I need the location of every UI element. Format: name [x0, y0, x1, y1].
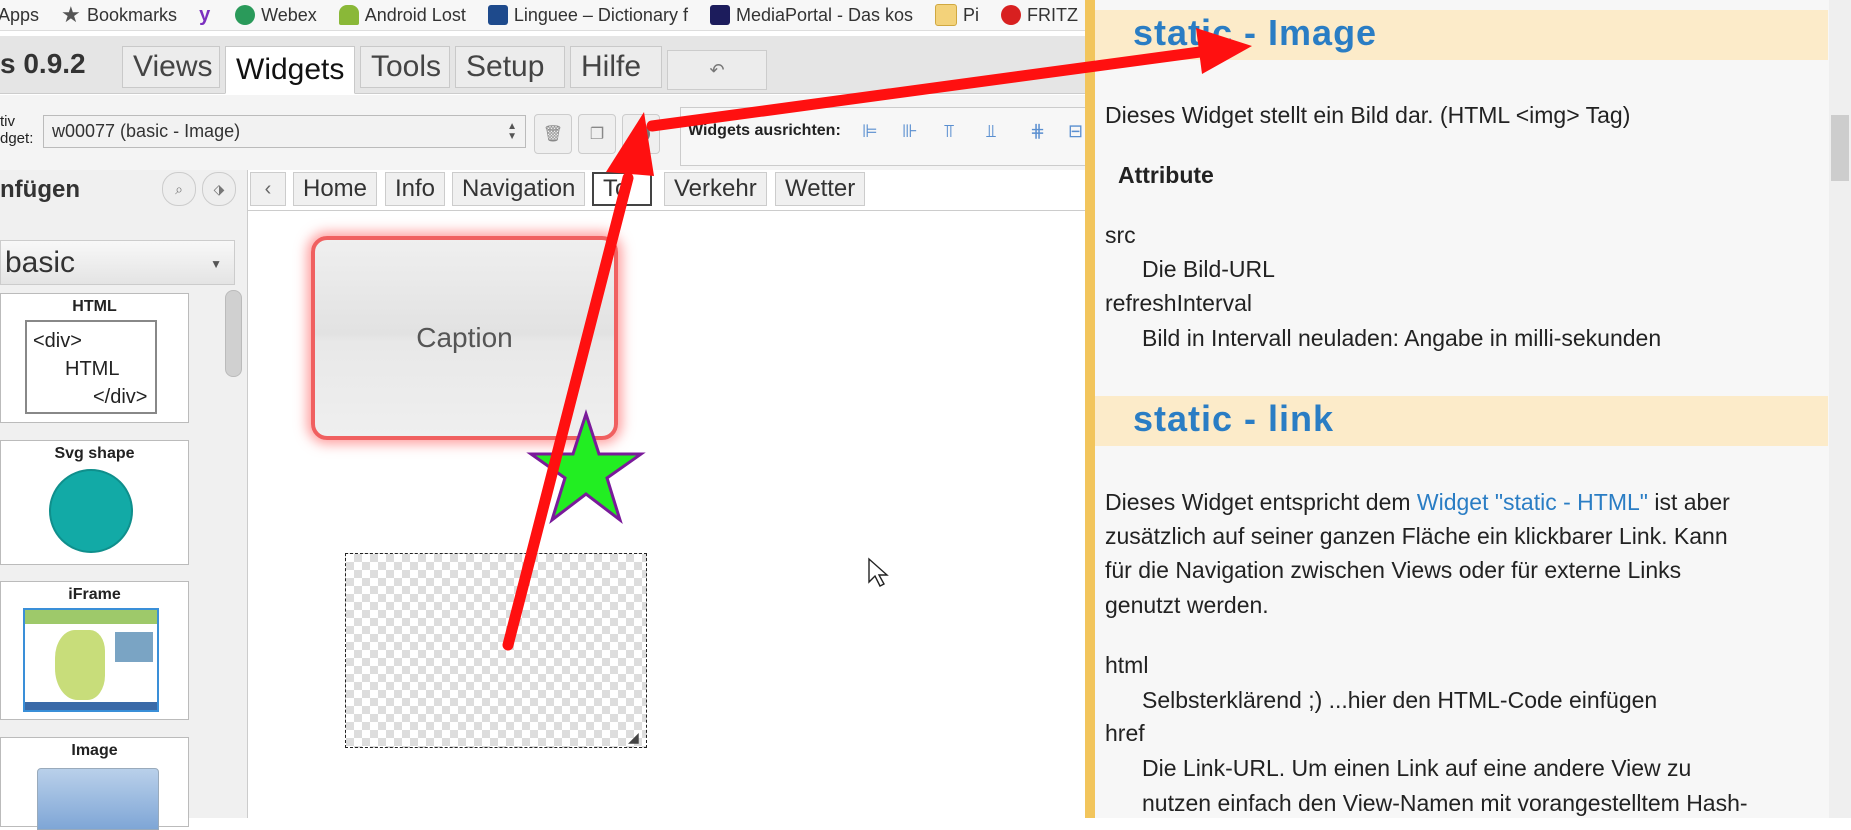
annotation-arrowhead [606, 112, 654, 176]
annotation-arrowhead [1196, 28, 1252, 74]
annotation-arrow-line [646, 46, 1206, 132]
annotation-arrow-line [502, 172, 634, 651]
annotation-arrows [502, 28, 1252, 651]
